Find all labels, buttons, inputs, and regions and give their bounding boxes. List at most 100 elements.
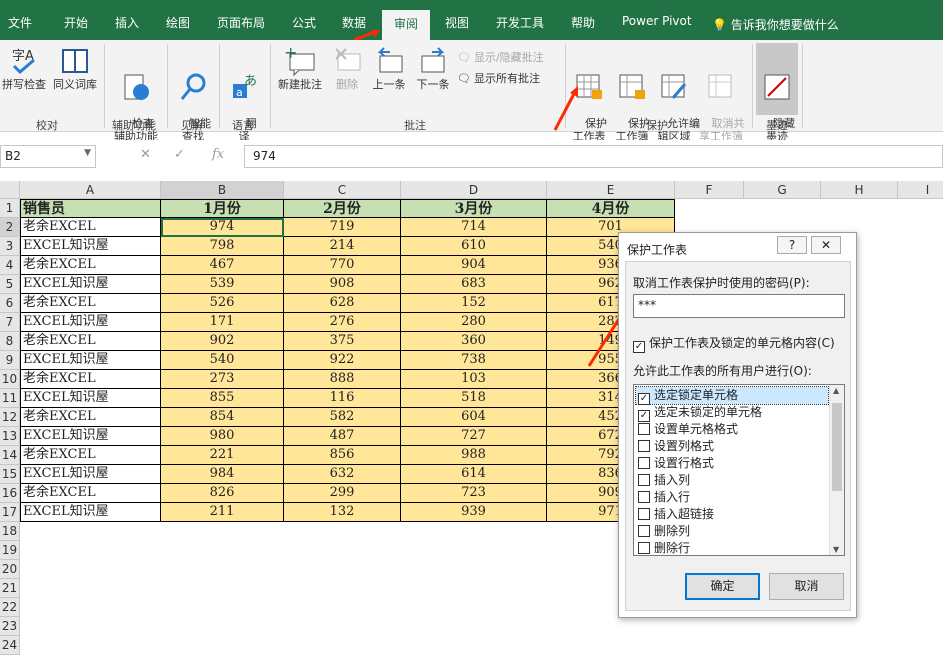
table-cell[interactable]: 487	[284, 427, 401, 446]
row-header[interactable]: 8	[0, 332, 20, 351]
row-header[interactable]: 15	[0, 465, 20, 484]
table-cell[interactable]: 604	[401, 408, 547, 427]
table-cell[interactable]: 855	[161, 389, 284, 408]
next-comment-button[interactable]: 下一条	[412, 46, 454, 91]
table-cell[interactable]: EXCEL知识屋	[20, 275, 161, 294]
table-cell[interactable]: 727	[401, 427, 547, 446]
show-all-comments-button[interactable]: 🗨 显示所有批注	[457, 70, 540, 86]
column-header[interactable]: A	[20, 181, 161, 199]
permission-option[interactable]: 设置行格式	[636, 455, 828, 472]
tab-home[interactable]: 开始	[64, 14, 88, 31]
table-cell[interactable]: 老余EXCEL	[20, 446, 161, 465]
previous-comment-button[interactable]: 上一条	[368, 46, 410, 91]
table-cell[interactable]: 467	[161, 256, 284, 275]
tab-power-pivot[interactable]: Power Pivot	[622, 14, 692, 28]
permission-option[interactable]: 删除列	[636, 523, 828, 540]
checkbox-unchecked-icon[interactable]	[638, 525, 650, 537]
table-header-cell[interactable]: 2月份	[284, 199, 401, 218]
table-cell[interactable]: 老余EXCEL	[20, 256, 161, 275]
permission-option[interactable]: 删除行	[636, 540, 828, 555]
table-cell[interactable]: 714	[401, 218, 547, 237]
row-header[interactable]: 16	[0, 484, 20, 503]
table-cell[interactable]: EXCEL知识屋	[20, 465, 161, 484]
table-cell[interactable]: 854	[161, 408, 284, 427]
table-cell[interactable]: 723	[401, 484, 547, 503]
function-icon[interactable]: fx	[212, 147, 224, 162]
table-cell[interactable]: 221	[161, 446, 284, 465]
row-header[interactable]: 11	[0, 389, 20, 408]
table-cell[interactable]: 770	[284, 256, 401, 275]
tab-insert[interactable]: 插入	[115, 14, 139, 31]
column-header[interactable]: H	[821, 181, 898, 199]
checkbox-unchecked-icon[interactable]	[638, 457, 650, 469]
checkbox-unchecked-icon[interactable]	[638, 491, 650, 503]
row-header[interactable]: 5	[0, 275, 20, 294]
cancel-button[interactable]: 取消	[769, 573, 844, 600]
table-cell[interactable]: 299	[284, 484, 401, 503]
table-cell[interactable]: 273	[161, 370, 284, 389]
table-cell[interactable]: 856	[284, 446, 401, 465]
table-cell[interactable]: 683	[401, 275, 547, 294]
row-header[interactable]: 7	[0, 313, 20, 332]
tab-help[interactable]: 帮助	[571, 14, 595, 31]
table-cell[interactable]: 826	[161, 484, 284, 503]
checkbox-unchecked-icon[interactable]	[638, 542, 650, 554]
permission-option[interactable]: ✓ 选定锁定单元格	[635, 386, 829, 405]
tab-view[interactable]: 视图	[445, 14, 469, 31]
table-cell[interactable]: 280	[401, 313, 547, 332]
table-cell[interactable]: 171	[161, 313, 284, 332]
row-header[interactable]: 3	[0, 237, 20, 256]
row-header[interactable]: 13	[0, 427, 20, 446]
table-cell[interactable]: 老余EXCEL	[20, 294, 161, 313]
name-box[interactable]: B2 ▼	[0, 145, 96, 168]
tab-page-layout[interactable]: 页面布局	[217, 14, 265, 31]
table-cell[interactable]: 902	[161, 332, 284, 351]
table-cell[interactable]: 632	[284, 465, 401, 484]
checkbox-unchecked-icon[interactable]	[638, 474, 650, 486]
table-cell[interactable]: 610	[401, 237, 547, 256]
table-cell[interactable]: 939	[401, 503, 547, 522]
check-icon[interactable]: ✓	[174, 147, 185, 162]
show-hide-comment-button[interactable]: 🗨 显示/隐藏批注	[457, 49, 544, 65]
scrollbar[interactable]: ▲ ▼	[829, 385, 844, 555]
permission-option[interactable]: 插入列	[636, 472, 828, 489]
table-cell[interactable]: EXCEL知识屋	[20, 389, 161, 408]
tab-developer[interactable]: 开发工具	[496, 14, 544, 31]
table-cell[interactable]: 132	[284, 503, 401, 522]
permissions-list[interactable]: 删除行 删除列 插入超链接 插入行 插入列 设置行格式 设置列格式 设置单元格格式 ✓ 选定未锁定…	[633, 384, 845, 556]
thesaurus-button[interactable]: 同义词库	[50, 46, 100, 91]
permission-option[interactable]: 设置单元格格式	[636, 421, 828, 438]
row-header[interactable]: 24	[0, 636, 20, 655]
ok-button[interactable]: 确定	[685, 573, 760, 600]
table-cell[interactable]: 360	[401, 332, 547, 351]
row-header[interactable]: 9	[0, 351, 20, 370]
table-cell[interactable]: 526	[161, 294, 284, 313]
tell-me-box[interactable]: 💡 告诉我你想要做什么	[712, 16, 839, 33]
row-header[interactable]: 23	[0, 617, 20, 636]
table-cell[interactable]: 738	[401, 351, 547, 370]
tab-file[interactable]: 文件	[8, 14, 32, 31]
row-header[interactable]: 20	[0, 560, 20, 579]
checkbox-unchecked-icon[interactable]	[638, 423, 650, 435]
column-header[interactable]: G	[744, 181, 821, 199]
table-header-cell[interactable]: 销售员	[20, 199, 161, 218]
tab-draw[interactable]: 绘图	[166, 14, 190, 31]
row-header[interactable]: 18	[0, 522, 20, 541]
table-cell[interactable]: 539	[161, 275, 284, 294]
row-header[interactable]: 4	[0, 256, 20, 275]
table-cell[interactable]: 116	[284, 389, 401, 408]
delete-comment-button[interactable]: 删除	[330, 46, 364, 91]
table-cell[interactable]: 984	[161, 465, 284, 484]
column-header[interactable]: C	[284, 181, 401, 199]
column-header[interactable]: D	[401, 181, 547, 199]
table-header-cell[interactable]: 4月份	[547, 199, 675, 218]
table-cell[interactable]: 211	[161, 503, 284, 522]
row-header[interactable]: 14	[0, 446, 20, 465]
table-cell[interactable]: 老余EXCEL	[20, 408, 161, 427]
table-cell[interactable]: 628	[284, 294, 401, 313]
row-header[interactable]: 22	[0, 598, 20, 617]
chevron-down-icon[interactable]: ▼	[84, 148, 91, 158]
permission-option[interactable]: 插入超链接	[636, 506, 828, 523]
permission-option[interactable]: ✓ 选定未锁定的单元格	[636, 404, 828, 422]
table-cell[interactable]: 719	[284, 218, 401, 237]
